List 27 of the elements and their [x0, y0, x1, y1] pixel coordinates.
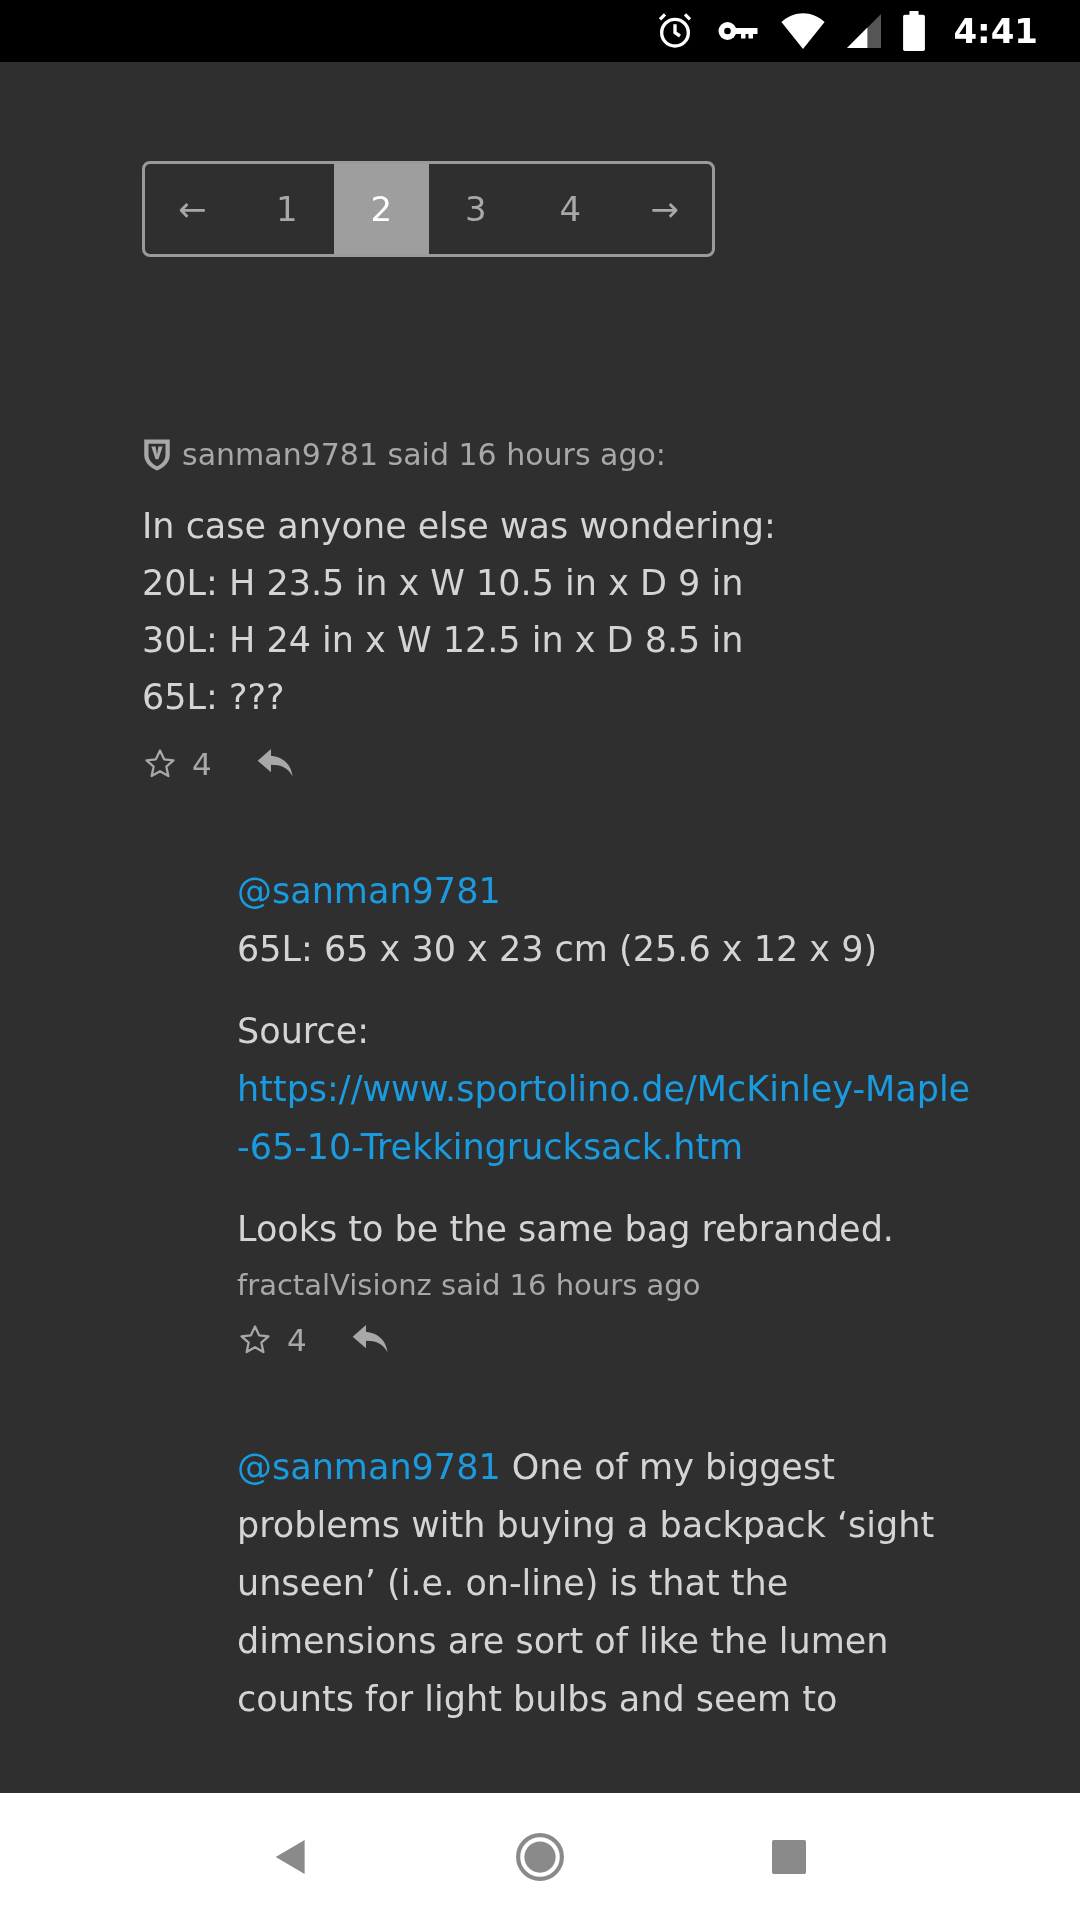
comment-text: 30L: H 24 in x W 12.5 in x D 8.5 in	[142, 619, 745, 662]
clock-time: 4:41	[953, 11, 1038, 51]
reply-text: Looks to be the same bag rebranded.	[237, 1208, 895, 1251]
comment-author-line: sanman9781 said 16 hours ago:	[182, 437, 666, 472]
like-count: 4	[192, 746, 212, 782]
comment-text: In case anyone else was wondering:	[142, 505, 777, 548]
home-icon[interactable]	[515, 1831, 565, 1882]
page-button[interactable]: 1	[239, 164, 334, 254]
source-link[interactable]: https://www.sportolino.de/McKinley-Maple-65-10-Trekkingrucksack.htm	[237, 1060, 977, 1176]
mention-link[interactable]: @sanman9781	[237, 871, 501, 911]
shield-icon	[142, 437, 172, 472]
reply-text: @sanman9781 65L: 65 x 30 x 23 cm (25.6 x 12 x 9)	[237, 870, 879, 971]
page-button[interactable]: 3	[428, 164, 523, 254]
page-button[interactable]: 4	[523, 164, 618, 254]
battery-icon	[903, 11, 926, 51]
signal-icon	[847, 13, 882, 49]
reply-text: Source: https://www.sportolino.de/McKinley-Maple-65-10-Trekkingrucksack.htm	[237, 1002, 977, 1176]
comment-text: 20L: H 23.5 in x W 10.5 in x D 9 in	[142, 562, 745, 605]
comment-text: 65L: ???	[142, 676, 286, 719]
page-button[interactable]: →	[617, 164, 712, 254]
reply-author-line: fractalVisionz said 16 hours ago	[237, 1268, 702, 1302]
page-button[interactable]: ←	[145, 164, 240, 254]
reply-text: @sanman9781 One of my biggest problems with buying a backpack ‘sight unseen’ (i.e. on-line) is that the dimensions are sort of like the lumen counts for light bulbs and seem to	[237, 1446, 936, 1721]
recents-icon[interactable]	[772, 1839, 807, 1874]
mention-link[interactable]: @sanman9781	[237, 1447, 501, 1487]
wifi-icon	[781, 13, 826, 49]
like-count: 4	[287, 1322, 307, 1358]
